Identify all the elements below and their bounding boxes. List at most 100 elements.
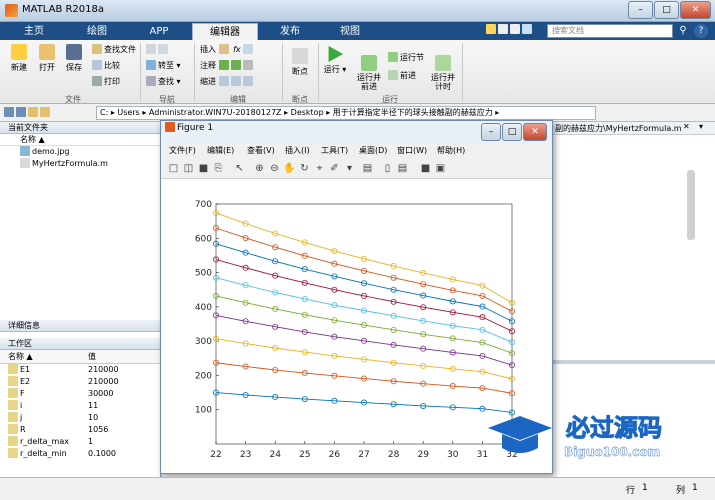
figure-close-button[interactable]: ✕ bbox=[523, 123, 547, 141]
table-row[interactable]: R 1056 bbox=[0, 424, 160, 436]
table-row[interactable]: j 10 bbox=[0, 412, 160, 424]
editor-file-tab[interactable]: 副的赫兹应力\MyHertzFormula.m bbox=[555, 123, 682, 134]
list-item[interactable]: demo.jpg bbox=[0, 146, 160, 158]
open-file-icon[interactable]: ◫ bbox=[182, 162, 195, 175]
open-button[interactable]: 打开 bbox=[36, 44, 58, 73]
image-file-icon bbox=[20, 146, 30, 156]
undo-quick-icon[interactable] bbox=[522, 24, 532, 34]
menu-desktop[interactable]: 桌面(D) bbox=[359, 145, 387, 156]
brush-dropdown-icon[interactable]: ▾ bbox=[343, 162, 356, 175]
current-folder-column-name[interactable]: 名称 ▲ bbox=[0, 134, 160, 146]
path-part-drive[interactable]: C: bbox=[100, 108, 108, 117]
copy-quick-icon[interactable] bbox=[510, 24, 520, 34]
tab-view[interactable]: 视图 bbox=[322, 23, 378, 40]
edit-plot-icon[interactable]: ↖ bbox=[233, 162, 246, 175]
close-editor-icon[interactable]: ✕ bbox=[683, 122, 690, 131]
tab-editor[interactable]: 编辑器 bbox=[192, 23, 258, 40]
run-and-time-button[interactable]: 运行并 计时 bbox=[428, 46, 458, 91]
table-row[interactable]: r_delta_min 0.1000 bbox=[0, 448, 160, 460]
list-item[interactable]: MyHertzFormula.m bbox=[0, 158, 160, 170]
tab-publish[interactable]: 发布 bbox=[260, 23, 320, 40]
minimize-button[interactable]: – bbox=[628, 1, 653, 19]
compare-button[interactable]: 比较 bbox=[92, 60, 120, 71]
increase-indent-icon bbox=[230, 76, 241, 86]
legend-icon[interactable]: ▤ bbox=[396, 162, 409, 175]
table-row[interactable]: E2 210000 bbox=[0, 376, 160, 388]
run-and-advance-button[interactable]: 运行并 前进 bbox=[352, 46, 386, 91]
insert-button[interactable]: 插入 fx bbox=[200, 44, 255, 55]
run-section-button[interactable]: 运行节 bbox=[388, 52, 424, 63]
forward-icon[interactable] bbox=[16, 107, 26, 117]
command-window-divider[interactable] bbox=[553, 360, 715, 364]
search-icon[interactable]: ⚲ bbox=[676, 24, 690, 38]
editor-scrollbar[interactable] bbox=[687, 170, 695, 240]
print-figure-icon[interactable]: ⎘ bbox=[212, 162, 225, 175]
cut-quick-icon[interactable] bbox=[498, 24, 508, 34]
path-part-folder[interactable]: 用于计算指定半径下的球头接触副的赫兹应力 bbox=[333, 108, 493, 117]
workspace-col-value[interactable]: 值 bbox=[88, 350, 96, 363]
browse-folder-icon[interactable] bbox=[40, 107, 50, 117]
save-figure-icon[interactable]: ■ bbox=[197, 162, 210, 175]
zoom-out-icon[interactable]: ⊖ bbox=[268, 162, 281, 175]
colorbar-icon[interactable]: ▯ bbox=[381, 162, 394, 175]
tab-home[interactable]: 主页 bbox=[4, 23, 64, 40]
advance-button[interactable]: 前进 bbox=[388, 70, 416, 81]
back-icon[interactable] bbox=[4, 107, 14, 117]
table-row[interactable]: i 11 bbox=[0, 400, 160, 412]
pan-icon[interactable]: ✋ bbox=[283, 162, 296, 175]
table-row[interactable]: E1 210000 bbox=[0, 364, 160, 376]
find-files-button[interactable]: 查找文件 bbox=[92, 44, 136, 55]
close-button[interactable]: ✕ bbox=[680, 1, 711, 19]
new-figure-icon[interactable]: □ bbox=[167, 162, 180, 175]
workspace-col-name[interactable]: 名称 ▲ bbox=[0, 350, 88, 363]
search-input[interactable]: 搜索文档 bbox=[547, 24, 673, 38]
tab-plots[interactable]: 绘图 bbox=[66, 23, 128, 40]
table-row[interactable]: F 30000 bbox=[0, 388, 160, 400]
tab-apps[interactable]: APP bbox=[130, 23, 188, 40]
figure-logo-icon bbox=[165, 122, 175, 132]
path-part-desktop[interactable]: Desktop bbox=[291, 108, 324, 117]
path-part-users[interactable]: Users bbox=[117, 108, 139, 117]
save-button[interactable]: 保存 bbox=[63, 44, 85, 73]
menu-file[interactable]: 文件(F) bbox=[169, 145, 196, 156]
quick-access-toolbar bbox=[486, 24, 542, 38]
editor-menu-icon[interactable]: ▾ bbox=[699, 122, 703, 131]
x-tick-label: 28 bbox=[388, 450, 400, 460]
menu-window[interactable]: 窗口(W) bbox=[397, 145, 427, 156]
show-plot-tools-icon[interactable]: ▣ bbox=[434, 162, 447, 175]
back-forward-buttons[interactable] bbox=[146, 44, 170, 54]
save-quick-icon[interactable] bbox=[486, 24, 496, 34]
current-folder-path[interactable]: C: ▸ Users ▸ Administrator.WIN7U-2018012… bbox=[96, 106, 596, 120]
comment-button[interactable]: 注释 bbox=[200, 60, 255, 71]
help-icon[interactable]: ? bbox=[694, 24, 708, 38]
zoom-in-icon[interactable]: ⊕ bbox=[253, 162, 266, 175]
run-button[interactable]: 运行 ▾ bbox=[322, 46, 348, 75]
breakpoints-button[interactable]: 断点 bbox=[286, 48, 314, 77]
variable-value: 1056 bbox=[88, 425, 109, 434]
find-button[interactable]: 查找 ▾ bbox=[146, 76, 181, 87]
menu-help[interactable]: 帮助(H) bbox=[437, 145, 465, 156]
link-plot-icon[interactable]: ▤ bbox=[361, 162, 374, 175]
menu-insert[interactable]: 插入(I) bbox=[285, 145, 310, 156]
new-button[interactable]: 新建 bbox=[8, 44, 30, 73]
up-folder-icon[interactable] bbox=[28, 107, 38, 117]
fx-button[interactable]: fx bbox=[233, 45, 241, 54]
rotate-icon[interactable]: ↻ bbox=[298, 162, 311, 175]
hide-plot-tools-icon[interactable]: ■ bbox=[419, 162, 432, 175]
nav-buttons[interactable] bbox=[4, 107, 52, 117]
menu-view[interactable]: 查看(V) bbox=[247, 145, 275, 156]
print-button[interactable]: 打印 bbox=[92, 76, 120, 87]
menu-tools[interactable]: 工具(T) bbox=[321, 145, 348, 156]
menu-edit[interactable]: 编辑(E) bbox=[207, 145, 234, 156]
figure-maximize-button[interactable]: □ bbox=[502, 123, 522, 141]
path-part-admin[interactable]: Administrator.WIN7U-20180127Z bbox=[149, 108, 282, 117]
figure-minimize-button[interactable]: – bbox=[481, 123, 501, 141]
smart-indent-icon bbox=[218, 76, 229, 86]
ribbon-separator bbox=[318, 43, 319, 101]
indent-button[interactable]: 缩进 bbox=[200, 76, 255, 87]
maximize-button[interactable]: □ bbox=[654, 1, 679, 19]
data-cursor-icon[interactable]: ⌖ bbox=[313, 162, 326, 175]
table-row[interactable]: r_delta_max 1 bbox=[0, 436, 160, 448]
goto-button[interactable]: 转至 ▾ bbox=[146, 60, 181, 71]
brush-icon[interactable]: ✐ bbox=[328, 162, 341, 175]
